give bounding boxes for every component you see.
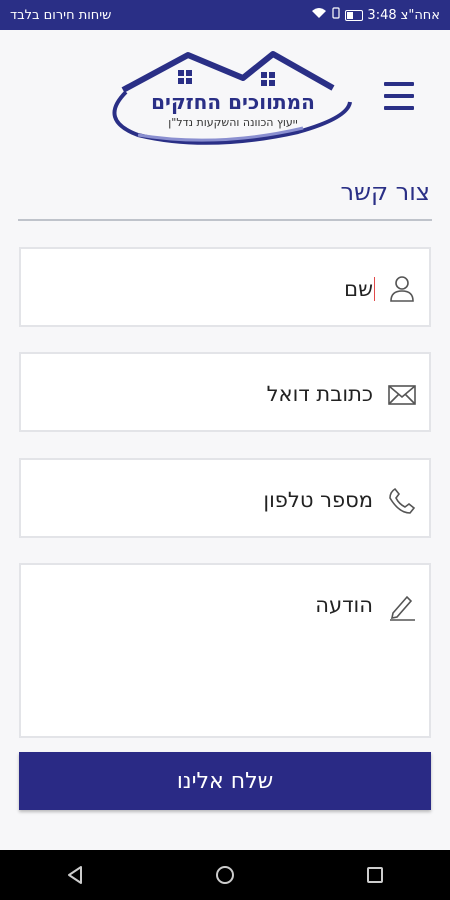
status-carrier: אחה"צ: [400, 7, 440, 23]
email-field-label: כתובת דואל: [266, 382, 373, 406]
message-field-label: הודעה: [315, 593, 373, 617]
logo-subtitle: ייעוץ הכוונה והשקעות נדל"ן: [168, 116, 298, 129]
envelope-icon: [387, 380, 417, 410]
vibrate-icon: [331, 7, 341, 23]
hamburger-menu-button[interactable]: [384, 82, 414, 110]
brand-logo[interactable]: המתווכים החזקים ייעוץ הכוונה והשקעות נדל…: [98, 40, 358, 145]
text-cursor: [374, 277, 375, 301]
system-nav-bar: [0, 850, 450, 900]
status-icons: 3:48 אחה"צ: [311, 7, 440, 23]
wifi-icon: [311, 7, 327, 23]
pencil-icon: [387, 591, 417, 621]
recents-button[interactable]: [350, 855, 400, 895]
home-button[interactable]: [200, 855, 250, 895]
status-bar: 3:48 אחה"צ שיחות חירום בלבד: [0, 0, 450, 30]
emergency-calls-text: שיחות חירום בלבד: [10, 7, 112, 23]
message-field[interactable]: הודעה: [19, 563, 431, 738]
user-icon: [387, 273, 417, 303]
menu-icon-bar-1: [384, 82, 414, 86]
menu-icon-bar-2: [384, 94, 414, 98]
page-title: צור קשר: [340, 178, 430, 206]
battery-icon: [345, 9, 364, 21]
status-time: 3:48: [367, 7, 397, 23]
back-button[interactable]: [50, 855, 100, 895]
home-icon: [216, 866, 234, 884]
name-field[interactable]: שם: [19, 247, 431, 327]
back-icon: [68, 866, 82, 884]
logo-title: המתווכים החזקים: [151, 90, 315, 114]
phone-icon: [387, 486, 417, 516]
phone-field-label: מספר טלפון: [263, 488, 373, 512]
title-divider: [18, 219, 432, 221]
app-header: המתווכים החזקים ייעוץ הכוונה והשקעות נדל…: [0, 30, 450, 150]
email-field[interactable]: כתובת דואל: [19, 352, 431, 432]
phone-field[interactable]: מספר טלפון: [19, 458, 431, 538]
submit-button[interactable]: שלח אלינו: [19, 752, 431, 810]
recents-icon: [367, 867, 383, 883]
menu-icon-bar-3: [384, 106, 414, 110]
name-field-label: שם: [344, 277, 373, 301]
